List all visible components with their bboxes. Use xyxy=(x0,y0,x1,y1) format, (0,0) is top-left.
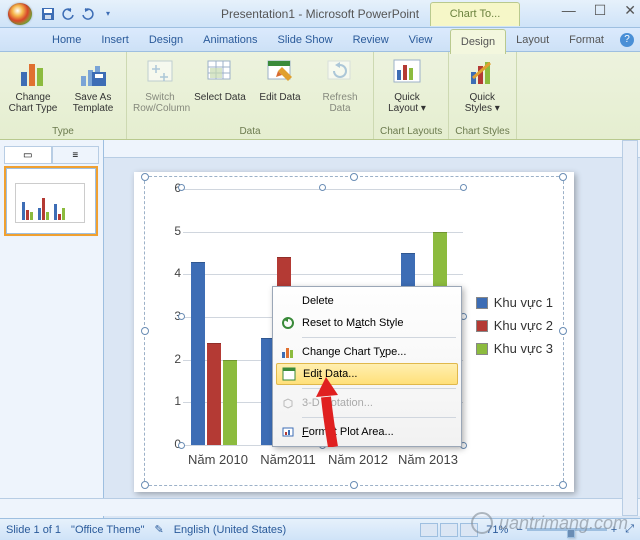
tab-slideshow[interactable]: Slide Show xyxy=(268,28,343,51)
ctx-delete[interactable]: Delete xyxy=(276,290,458,312)
window-title: Presentation1 - Microsoft PowerPoint xyxy=(221,7,419,21)
quick-layout-button[interactable]: Quick Layout ▾ xyxy=(380,56,434,124)
office-button[interactable] xyxy=(8,3,32,25)
context-menu: Delete Reset to Match Style Change Chart… xyxy=(272,286,462,447)
ctx-3d-rotation: 3-D Rotation... xyxy=(276,392,458,414)
ribbon: Change Chart Type Save As Template Type … xyxy=(0,52,640,140)
tab-animations[interactable]: Animations xyxy=(193,28,267,51)
undo-icon[interactable] xyxy=(60,6,76,22)
legend-item-1: Khu vực 1 xyxy=(494,295,553,310)
ctx-edit-data[interactable]: Edit Data... xyxy=(276,363,458,385)
view-sorter-button[interactable] xyxy=(440,523,458,537)
slides-pane-tab[interactable]: ▭ xyxy=(4,146,52,164)
title-bar: ▾ Presentation1 - Microsoft PowerPoint C… xyxy=(0,0,640,28)
ctx-format-plot-area[interactable]: Format Plot Area... xyxy=(276,421,458,443)
tab-view[interactable]: View xyxy=(399,28,443,51)
group-data: Data xyxy=(133,126,367,137)
outline-pane-tab[interactable]: ≡ xyxy=(52,146,100,164)
tab-home[interactable]: Home xyxy=(42,28,91,51)
qat-dropdown-icon[interactable]: ▾ xyxy=(100,6,116,22)
select-data-button[interactable]: Select Data xyxy=(193,56,247,124)
slide-thumbnail-1[interactable] xyxy=(6,168,96,234)
chart-icon xyxy=(279,343,297,361)
tab-chart-design[interactable]: Design xyxy=(450,29,506,54)
excel-icon xyxy=(280,365,298,383)
watermark: uantrimang.com xyxy=(471,512,628,534)
tab-chart-format[interactable]: Format xyxy=(559,28,614,53)
tab-insert[interactable]: Insert xyxy=(91,28,139,51)
legend-item-3: Khu vực 3 xyxy=(494,341,553,356)
ribbon-tabs: Home Insert Design Animations Slide Show… xyxy=(0,28,640,52)
tab-design[interactable]: Design xyxy=(139,28,193,51)
watermark-icon xyxy=(471,512,493,534)
group-type: Type xyxy=(6,126,120,137)
cube-icon xyxy=(279,394,297,412)
chart-legend: Khu vực 1 Khu vực 2 Khu vực 3 xyxy=(476,287,553,364)
reset-icon xyxy=(279,314,297,332)
switch-row-column-button[interactable]: Switch Row/Column xyxy=(133,56,187,124)
status-theme: "Office Theme" xyxy=(71,524,144,536)
save-icon[interactable] xyxy=(40,6,56,22)
horizontal-ruler xyxy=(104,140,640,158)
chart-tools-label: Chart To... xyxy=(430,2,520,26)
tab-review[interactable]: Review xyxy=(343,28,399,51)
status-slide-number: Slide 1 of 1 xyxy=(6,524,61,536)
refresh-data-button[interactable]: Refresh Data xyxy=(313,56,367,124)
legend-item-2: Khu vực 2 xyxy=(494,318,553,333)
vertical-scrollbar[interactable] xyxy=(622,140,638,516)
ctx-change-chart-type[interactable]: Change Chart Type... xyxy=(276,341,458,363)
ctx-reset-style[interactable]: Reset to Match Style xyxy=(276,312,458,334)
edit-data-button[interactable]: Edit Data xyxy=(253,56,307,124)
redo-icon[interactable] xyxy=(80,6,96,22)
group-chart-layouts: Chart Layouts xyxy=(380,126,442,137)
help-icon[interactable]: ? xyxy=(620,33,634,47)
group-chart-styles: Chart Styles xyxy=(455,126,509,137)
close-button[interactable]: ✕ xyxy=(624,2,636,19)
tab-chart-layout[interactable]: Layout xyxy=(506,28,559,53)
status-language[interactable]: English (United States) xyxy=(174,524,287,536)
spellcheck-icon[interactable]: ✎ xyxy=(154,523,163,536)
quick-styles-button[interactable]: Quick Styles ▾ xyxy=(455,56,509,124)
maximize-button[interactable]: ☐ xyxy=(594,2,607,19)
format-icon xyxy=(279,423,297,441)
view-normal-button[interactable] xyxy=(420,523,438,537)
slide-thumbnail-panel: ▭ ≡ 1 xyxy=(0,140,104,518)
minimize-button[interactable]: — xyxy=(562,2,576,19)
save-as-template-button[interactable]: Save As Template xyxy=(66,56,120,124)
change-chart-type-button[interactable]: Change Chart Type xyxy=(6,56,60,124)
